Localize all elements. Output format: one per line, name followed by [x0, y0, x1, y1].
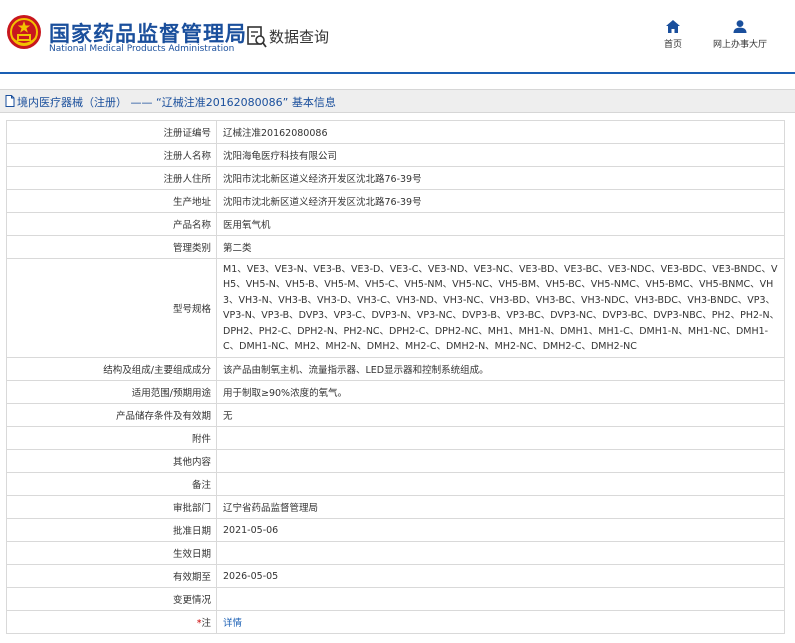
record-title: 境内医疗器械（注册） —— “辽械注准20162080086” 基本信息 [17, 96, 336, 109]
table-row: 产品名称 医用氧气机 [6, 212, 785, 236]
table-row: 注册人名称 沈阳海龟医疗科技有限公司 [6, 143, 785, 167]
table-row: 生产地址 沈阳市沈北新区道义经济开发区沈北路76-39号 [6, 189, 785, 213]
field-value: 沈阳市沈北新区道义经济开发区沈北路76-39号 [216, 189, 785, 213]
field-value: 详情 [216, 610, 785, 634]
nav-home[interactable]: 首页 [660, 20, 686, 50]
table-row: 注册人住所 沈阳市沈北新区道义经济开发区沈北路76-39号 [6, 166, 785, 190]
table-row: 备注 [6, 472, 785, 496]
field-label: 结构及组成/主要组成成分 [6, 357, 217, 381]
home-icon [666, 20, 680, 33]
field-value: 沈阳海龟医疗科技有限公司 [216, 143, 785, 167]
field-label: 附件 [6, 426, 217, 450]
field-label: 备注 [6, 472, 217, 496]
table-row: 型号规格 M1、VE3、VE3-N、VE3-B、VE3-D、VE3-C、VE3-… [6, 258, 785, 358]
national-emblem-icon [7, 15, 41, 49]
table-row: 结构及组成/主要组成成分 该产品由制氧主机、流量指示器、LED显示器和控制系统组… [6, 357, 785, 381]
field-label: 型号规格 [6, 258, 217, 358]
field-label-text: 注 [201, 618, 211, 629]
field-label: 管理类别 [6, 235, 217, 259]
field-label: 有效期至 [6, 564, 217, 588]
field-label: 注册人住所 [6, 166, 217, 190]
field-label: 变更情况 [6, 587, 217, 611]
data-query-icon [247, 26, 267, 48]
field-label: 审批部门 [6, 495, 217, 519]
document-icon [5, 95, 15, 107]
field-value: 辽械注准20162080086 [216, 120, 785, 144]
field-label: 生效日期 [6, 541, 217, 565]
brand-name-en: National Medical Products Administration [49, 44, 235, 54]
field-value: 辽宁省药品监督管理局 [216, 495, 785, 519]
header-divider [0, 72, 795, 74]
field-label: *注 [6, 610, 217, 634]
table-row: 生效日期 [6, 541, 785, 565]
field-value: 无 [216, 403, 785, 427]
table-row: 管理类别 第二类 [6, 235, 785, 259]
field-label: 其他内容 [6, 449, 217, 473]
table-row: 适用范围/预期用途 用于制取≥90%浓度的氧气。 [6, 380, 785, 404]
table-row: 变更情况 [6, 587, 785, 611]
field-label: 产品储存条件及有效期 [6, 403, 217, 427]
user-icon [733, 20, 747, 33]
field-value: 2021-05-06 [216, 518, 785, 542]
field-value: 用于制取≥90%浓度的氧气。 [216, 380, 785, 404]
table-row: 审批部门 辽宁省药品监督管理局 [6, 495, 785, 519]
field-value: 第二类 [216, 235, 785, 259]
field-value [216, 472, 785, 496]
registration-detail-table: 注册证编号 辽械注准20162080086 注册人名称 沈阳海龟医疗科技有限公司… [6, 120, 785, 634]
field-label: 注册证编号 [6, 120, 217, 144]
record-title-bar: 境内医疗器械（注册） —— “辽械注准20162080086” 基本信息 [0, 89, 795, 113]
field-value: 医用氧气机 [216, 212, 785, 236]
field-value: M1、VE3、VE3-N、VE3-B、VE3-D、VE3-C、VE3-ND、VE… [216, 258, 785, 358]
field-label: 注册人名称 [6, 143, 217, 167]
details-link[interactable]: 详情 [223, 618, 242, 629]
site-header: 国家药品监督管理局 National Medical Products Admi… [0, 0, 795, 74]
field-value [216, 449, 785, 473]
field-value [216, 426, 785, 450]
field-value: 沈阳市沈北新区道义经济开发区沈北路76-39号 [216, 166, 785, 190]
table-row: *注 详情 [6, 610, 785, 634]
table-row: 批准日期 2021-05-06 [6, 518, 785, 542]
nav-home-label: 首页 [663, 40, 682, 50]
table-row: 产品储存条件及有效期 无 [6, 403, 785, 427]
table-row: 其他内容 [6, 449, 785, 473]
field-value [216, 587, 785, 611]
table-row: 注册证编号 辽械注准20162080086 [6, 120, 785, 144]
nav-online-service-hall[interactable]: 网上办事大厅 [709, 20, 771, 50]
nav-hall-label: 网上办事大厅 [712, 40, 767, 50]
field-label: 批准日期 [6, 518, 217, 542]
field-label: 适用范围/预期用途 [6, 380, 217, 404]
table-row: 有效期至 2026-05-05 [6, 564, 785, 588]
field-value [216, 541, 785, 565]
table-row: 附件 [6, 426, 785, 450]
field-value: 该产品由制氧主机、流量指示器、LED显示器和控制系统组成。 [216, 357, 785, 381]
field-value: 2026-05-05 [216, 564, 785, 588]
data-query-title: 数据查询 [269, 28, 330, 46]
field-label: 产品名称 [6, 212, 217, 236]
field-label: 生产地址 [6, 189, 217, 213]
